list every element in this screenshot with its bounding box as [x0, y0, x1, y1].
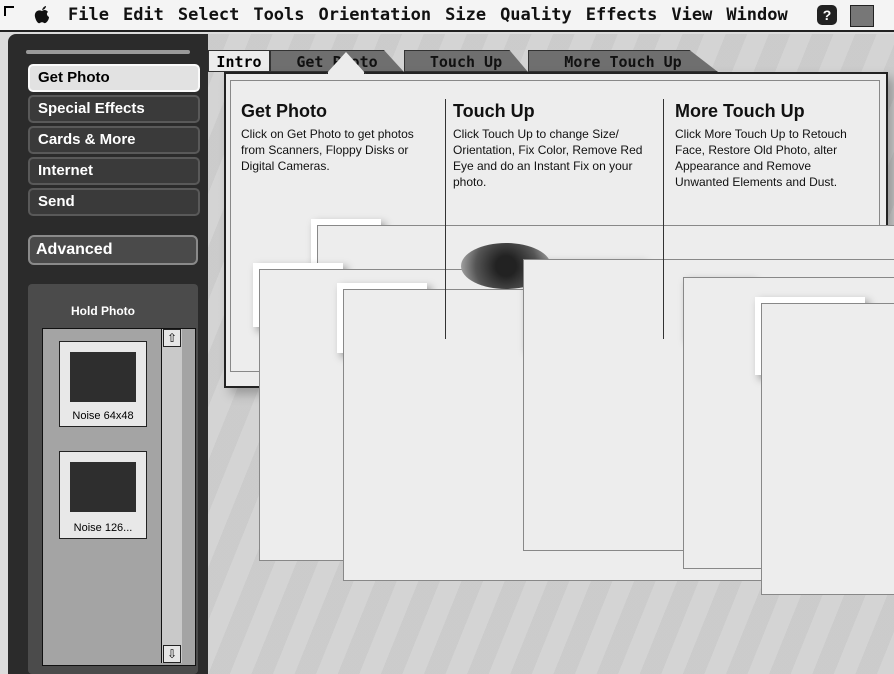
menu-window[interactable]: Window — [726, 5, 787, 25]
thumbnail-image — [70, 462, 136, 512]
section-title: More Touch Up — [675, 101, 805, 121]
left-panel: Get Photo Special Effects Cards & More I… — [8, 34, 208, 674]
section-title: Get Photo — [241, 101, 327, 121]
thumbnail-label: Noise 126... — [73, 522, 133, 534]
nav-internet[interactable]: Internet — [28, 157, 200, 185]
menu-tools[interactable]: Tools — [253, 5, 304, 25]
section-get-photo: Get Photo Click on Get Photo to get phot… — [241, 101, 894, 581]
restored-photo — [755, 297, 894, 595]
photo-child — [337, 283, 894, 581]
menu-effects[interactable]: Effects — [586, 5, 658, 25]
hold-photo-tray: Noise 64x48 Noise 126... ⇧ ⇩ — [42, 328, 196, 666]
menu-bar: File Edit Select Tools Orientation Size … — [0, 0, 894, 32]
section-body: Click More Touch Up to Retouch Face, Res… — [675, 127, 847, 189]
scroll-up-icon[interactable]: ⇧ — [163, 329, 181, 347]
section-divider — [663, 99, 664, 339]
application-menu-icon[interactable] — [850, 5, 874, 27]
vertical-scrollbar[interactable]: ⇧ ⇩ — [161, 329, 182, 663]
hold-photo-title: Hold Photo — [71, 304, 135, 318]
section-title: Touch Up — [453, 101, 535, 121]
tab-more-touch-up[interactable]: More Touch Up — [528, 50, 718, 72]
menu-size[interactable]: Size — [445, 5, 486, 25]
photo-mountain — [253, 263, 894, 561]
scroll-down-icon[interactable]: ⇩ — [163, 645, 181, 663]
nav-special-effects[interactable]: Special Effects — [28, 95, 200, 123]
eye-photo — [523, 259, 894, 551]
section-body: Click on Get Photo to get photos from Sc… — [241, 127, 414, 173]
advanced-button[interactable]: Advanced — [28, 235, 198, 265]
tab-touch-up[interactable]: Touch Up — [404, 50, 528, 72]
nav-send[interactable]: Send — [28, 188, 200, 216]
intro-background: Get Photo Click on Get Photo to get phot… — [230, 80, 894, 595]
apple-menu-icon[interactable] — [32, 4, 52, 26]
thumbnail-image — [70, 352, 136, 402]
menu-view[interactable]: View — [671, 5, 712, 25]
tab-bar: Intro Get Photo Touch Up More Touch Up — [208, 50, 894, 72]
panel-top-divider — [26, 50, 190, 54]
thumbnail-label: Noise 64x48 — [72, 410, 134, 422]
help-icon[interactable]: ? — [817, 5, 837, 25]
main-area: Intro Get Photo Touch Up More Touch Up G… — [208, 34, 894, 674]
section-body: Click Touch Up to change Size/ Orientati… — [453, 127, 643, 189]
section-more-touch-up: More Touch Up Click More Touch Up to Ret… — [675, 101, 894, 595]
thumbnail-2[interactable]: Noise 126... — [59, 451, 147, 539]
intro-panel: Get Photo Click on Get Photo to get phot… — [224, 52, 894, 595]
nav-get-photo[interactable]: Get Photo — [28, 64, 200, 92]
intro-inner: Get Photo Click on Get Photo to get phot… — [230, 80, 894, 595]
menu-quality[interactable]: Quality — [500, 5, 572, 25]
thumbnail-1[interactable]: Noise 64x48 — [59, 341, 147, 427]
menu-file[interactable]: File — [68, 5, 109, 25]
menu-select[interactable]: Select — [178, 5, 239, 25]
menu-orientation[interactable]: Orientation — [319, 5, 432, 25]
tab-intro[interactable]: Intro — [208, 50, 270, 72]
menu-edit[interactable]: Edit — [123, 5, 164, 25]
section-divider — [445, 99, 446, 339]
window-corner-mark — [4, 6, 14, 16]
nav-cards-and-more[interactable]: Cards & More — [28, 126, 200, 154]
section-touch-up: Touch Up Click Touch Up to change Size/ … — [453, 101, 894, 551]
old-photo — [683, 277, 894, 569]
hold-photo-panel: Hold Photo Noise 64x48 Noise 126... ⇧ ⇩ — [28, 284, 198, 674]
